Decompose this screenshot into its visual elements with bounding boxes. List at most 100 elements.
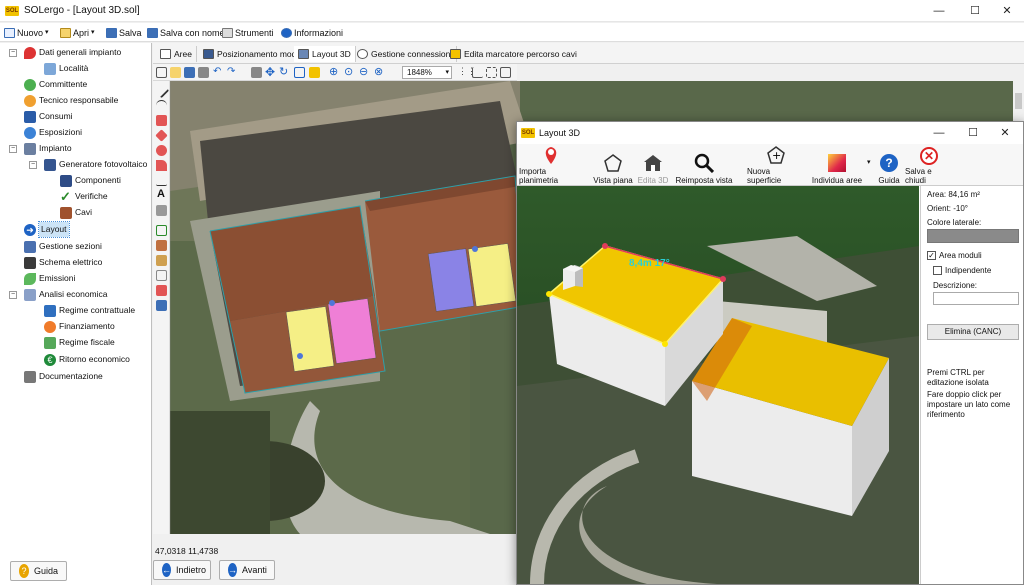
arc-icon[interactable] (156, 100, 167, 111)
tree-item-dati-generali[interactable]: Dati generali impianto (24, 45, 121, 60)
descrizione-input[interactable] (933, 292, 1019, 305)
tree-item-analisi[interactable]: Analisi economica (24, 287, 108, 302)
zoom-in-icon[interactable]: ⊕ (329, 65, 338, 78)
save-icon[interactable] (184, 67, 195, 78)
collapse-toggle[interactable]: − (29, 161, 37, 169)
tree-item-consumi[interactable]: Consumi (24, 109, 73, 124)
tree-item-gestione-sezioni[interactable]: Gestione sezioni (24, 239, 102, 254)
tree-item-finanziamento[interactable]: Finanziamento (44, 319, 115, 334)
tool-icon[interactable] (156, 255, 167, 266)
menu-informazioni[interactable]: Informazioni (281, 26, 343, 40)
move-icon[interactable]: ✥ (265, 65, 275, 79)
pencil-icon[interactable] (309, 67, 320, 78)
tree-item-documentazione[interactable]: Documentazione (24, 369, 103, 384)
save-icon (106, 28, 117, 38)
module-area-icon[interactable] (156, 300, 167, 311)
tree-item-componenti[interactable]: Componenti (60, 173, 121, 188)
copy-icon[interactable] (294, 67, 305, 78)
zoom-fit-icon[interactable]: ⊙ (344, 65, 353, 78)
tree-item-layout[interactable]: ➜ Layout (24, 221, 70, 238)
layout-3d-minimize-button[interactable]: — (923, 122, 955, 144)
indietro-button[interactable]: ← Indietro (153, 560, 211, 580)
text-icon[interactable]: A (157, 188, 165, 200)
guida-label: Guida (33, 566, 58, 576)
tree-item-esposizioni[interactable]: Esposizioni (24, 125, 82, 140)
tree-item-schema[interactable]: Schema elettrico (24, 255, 102, 270)
ruler-icon[interactable] (472, 67, 483, 78)
tree-item-impianto[interactable]: Impianto (24, 141, 72, 156)
tree-item-ritorno[interactable]: € Ritorno economico (44, 352, 130, 367)
circle-icon[interactable] (156, 145, 167, 156)
tree-item-tecnico[interactable]: Tecnico responsabile (24, 93, 118, 108)
collapse-toggle[interactable]: − (9, 49, 17, 57)
menu-salva[interactable]: Salva (106, 26, 142, 40)
tab-edita-marcatore[interactable]: Edita marcatore percorso cavi (446, 46, 581, 62)
schematic-icon (24, 256, 36, 269)
tree-label: Componenti (75, 175, 121, 185)
zoom-window-icon[interactable]: ⊗ (374, 65, 383, 78)
indipendente-checkbox[interactable] (933, 266, 942, 275)
snap-icon[interactable] (486, 67, 497, 78)
close-button[interactable]: ✕ (990, 0, 1024, 22)
line-icon[interactable] (153, 82, 170, 99)
guida-button[interactable]: ? Guida (10, 561, 67, 581)
print-icon[interactable] (198, 67, 209, 78)
tree-item-generatore[interactable]: Generatore fotovoltaico (44, 157, 147, 172)
open-icon[interactable] (170, 67, 181, 78)
tree-item-cavi[interactable]: Cavi (60, 205, 92, 220)
tab-layout-3d[interactable]: Layout 3D (294, 46, 356, 62)
maximize-button[interactable]: ☐ (958, 0, 992, 22)
frame-icon[interactable] (156, 270, 167, 281)
tree-item-localita[interactable]: Località (44, 61, 88, 76)
tree-item-verifiche[interactable]: ✓ Verifiche (60, 189, 108, 204)
layout-3d-close-button[interactable]: ✕ (989, 122, 1021, 144)
side-color-swatch[interactable] (927, 229, 1019, 243)
individua-aree-button[interactable]: Individua aree (811, 147, 863, 185)
tree-item-regime-fiscale[interactable]: Regime fiscale (44, 335, 115, 350)
new-page-icon[interactable] (156, 67, 167, 78)
brush-icon[interactable] (156, 240, 167, 251)
avanti-button[interactable]: → Avanti (219, 560, 275, 580)
red-area-icon[interactable] (156, 285, 167, 296)
zoom-select[interactable]: 1848% ▾ (402, 66, 452, 79)
menu-apri[interactable]: Apri ▾ (60, 26, 95, 40)
layers-icon[interactable] (500, 67, 511, 78)
zoom-out-icon[interactable]: ⊖ (359, 65, 368, 78)
rotate-icon[interactable]: ↻ (279, 65, 288, 78)
collapse-toggle[interactable]: − (9, 145, 17, 153)
curve-icon[interactable] (156, 175, 167, 186)
layout-3d-maximize-button[interactable]: ☐ (957, 122, 989, 144)
chevron-down-icon[interactable]: ▾ (867, 158, 871, 166)
select-icon[interactable] (251, 67, 262, 78)
tree-item-regime-contrattuale[interactable]: Regime contrattuale (44, 303, 135, 318)
tree-item-emissioni[interactable]: Emissioni (24, 271, 75, 286)
pattern-icon[interactable] (156, 205, 167, 216)
polygon-icon[interactable] (155, 129, 168, 142)
3d-viewport[interactable]: 8,4m 17° (517, 186, 919, 584)
rectangle-icon[interactable] (156, 115, 167, 126)
guida-3d-button[interactable]: ? Guida (875, 147, 903, 185)
menu-salva-con-nome[interactable]: Salva con nome (147, 26, 225, 40)
minimize-button[interactable]: — (922, 0, 956, 22)
vista-piana-button[interactable]: Vista piana (593, 147, 633, 185)
importa-planimetria-button[interactable]: Importa planimetria (519, 147, 583, 185)
collapse-toggle[interactable]: − (9, 291, 17, 299)
tab-aree[interactable]: Aree (156, 46, 197, 62)
elimina-button[interactable]: Elimina (CANC) (927, 324, 1019, 340)
sector-icon[interactable] (156, 160, 167, 171)
area-moduli-checkbox[interactable]: ✓ (927, 251, 936, 260)
arrow-right-icon: ➜ (24, 223, 36, 236)
tab-gestione-connessioni[interactable]: Gestione connessioni (353, 46, 458, 62)
redo-icon[interactable]: ↷ (227, 66, 235, 77)
salva-e-chiudi-button[interactable]: ✕ Salva e chiudi (905, 147, 953, 185)
nuova-superficie-button[interactable]: + Nuova superficie (747, 146, 805, 185)
reimposta-vista-button[interactable]: Reimposta vista (675, 147, 733, 185)
tree-item-committente[interactable]: Committente (24, 77, 87, 92)
nuova-label: Nuova superficie (747, 167, 782, 185)
tree-label: Esposizioni (39, 127, 82, 137)
menu-strumenti[interactable]: Strumenti (222, 26, 274, 40)
group-icon[interactable] (156, 225, 167, 236)
edita-3d-button[interactable]: Edita 3D (635, 147, 671, 185)
menu-nuovo[interactable]: Nuovo ▾ (4, 26, 49, 40)
undo-icon[interactable]: ↶ (213, 66, 221, 77)
